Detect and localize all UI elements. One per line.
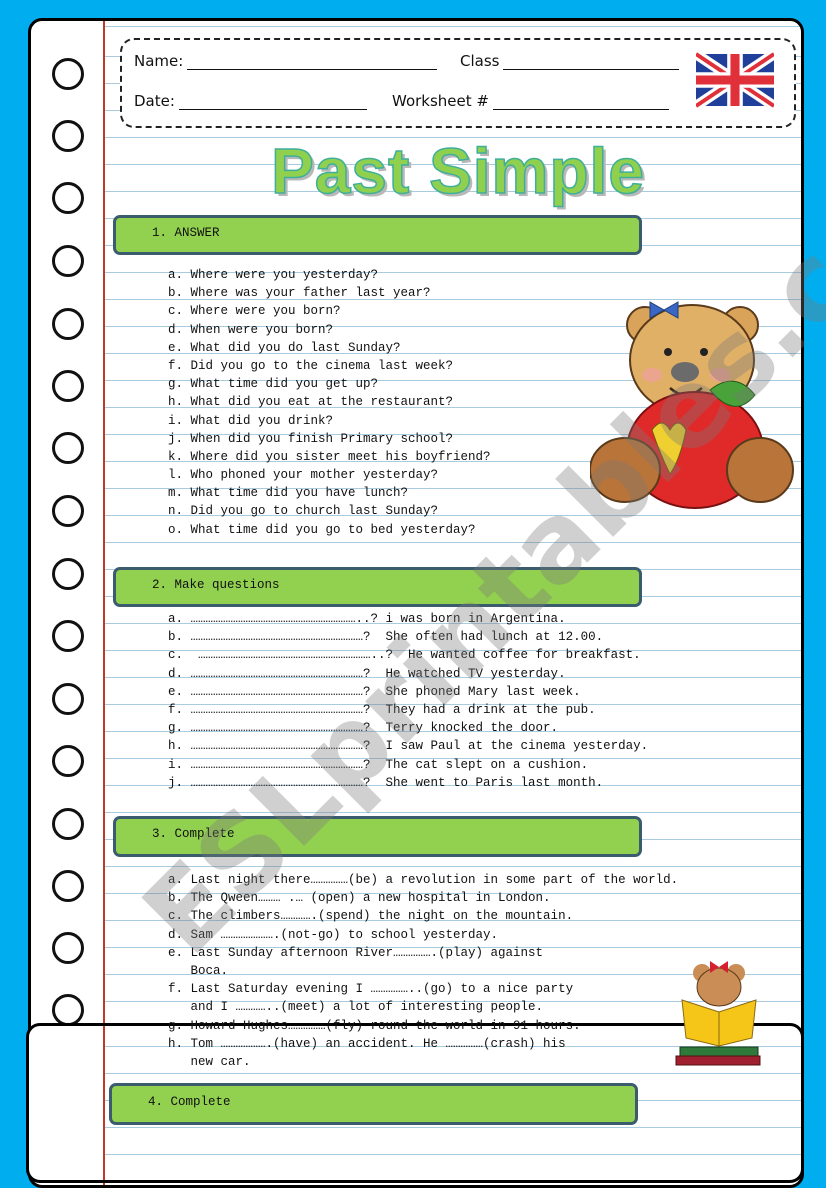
section-2-list: a. …………………………………………………………..? i was born … [168, 610, 648, 792]
exercise-item[interactable]: d. Sam ………………….(not-go) to school yester… [168, 926, 678, 944]
margin-line [103, 1026, 105, 1180]
date-label: Date: [134, 92, 175, 110]
exercise-item[interactable]: i. ……………………………………………………………? The cat slep… [168, 756, 648, 774]
section-3-list: a. Last night there……………(be) a revolutio… [168, 871, 678, 1071]
exercise-item[interactable]: c. The climbers………….(spend) the night on… [168, 907, 678, 925]
section-3-heading: 3. Complete [152, 827, 235, 841]
exercise-item: f. Did you go to the cinema last week? [168, 358, 454, 373]
exercise-item: m. What time did you have lunch? [168, 486, 409, 501]
section-2-header: 2. Make questions [113, 567, 642, 607]
binder-ring-hole [52, 495, 84, 527]
teddy-bear-apple-image [590, 301, 794, 509]
exercise-item[interactable]: a. …………………………………………………………..? i was born … [168, 610, 648, 628]
exercise-item[interactable]: e. Last Sunday afternoon River…………….(pla… [168, 944, 678, 962]
binder-ring-hole [52, 745, 84, 777]
exercise-item: j. When did you finish Primary school? [168, 431, 454, 446]
name-line[interactable] [187, 55, 438, 70]
exercise-item[interactable]: b. The Qween……… .… (open) a new hospital… [168, 889, 678, 907]
exercise-item[interactable]: new car. [168, 1053, 678, 1071]
exercise-item: i. What did you drink? [168, 413, 334, 428]
binder-ring-hole [52, 370, 84, 402]
worksheet-label: Worksheet # [392, 92, 489, 110]
worksheet-number-field[interactable]: Worksheet # [392, 92, 669, 110]
exercise-item[interactable]: e. ……………………………………………………………? She phoned M… [168, 683, 648, 701]
exercise-item[interactable]: a. Last night there……………(be) a revolutio… [168, 871, 678, 889]
section-3-header: 3. Complete [113, 816, 642, 857]
exercise-item: o. What time did you go to bed yesterday… [168, 522, 476, 537]
section-1-header: 1. ANSWER [113, 215, 642, 255]
exercise-item: l. Who phoned your mother yesterday? [168, 468, 439, 483]
exercise-item: g. What time did you get up? [168, 377, 379, 392]
uk-flag-icon [696, 52, 774, 108]
binder-ring-hole [52, 683, 84, 715]
binder-ring-hole [52, 932, 84, 964]
binder-ring-hole [52, 620, 84, 652]
exercise-item[interactable]: f. ……………………………………………………………? They had a d… [168, 701, 648, 719]
binder-ring-hole [52, 870, 84, 902]
exercise-item[interactable]: g. Howard Hughes……………(fly) round the wor… [168, 1017, 678, 1035]
exercise-item[interactable]: c. ……………………………………………………………..? He wanted … [168, 646, 648, 664]
exercise-item: e. What did you do last Sunday? [168, 340, 401, 355]
exercise-item[interactable]: g. ……………………………………………………………? Terry knocke… [168, 719, 648, 737]
class-line[interactable] [503, 55, 680, 70]
section-1-heading: 1. ANSWER [152, 226, 220, 240]
exercise-item: a. Where were you yesterday? [168, 268, 379, 282]
section-1-list: a. Where were you yesterday? b. Where was… [168, 266, 491, 539]
exercise-item[interactable]: Boca. [168, 962, 678, 980]
exercise-item: k. Where did you sister meet his boyfrie… [168, 449, 491, 464]
section-4-header: 4. Complete [109, 1083, 638, 1125]
exercise-item[interactable]: j. ……………………………………………………………? She went to … [168, 774, 648, 792]
name-field[interactable]: Name: [134, 52, 438, 70]
exercise-item: h. What did you eat at the restaurant? [168, 395, 454, 410]
exercise-item[interactable]: d. ……………………………………………………………? He watched T… [168, 665, 648, 683]
exercise-item: n. Did you go to church last Sunday? [168, 504, 439, 519]
exercise-item: c. Where were you born? [168, 304, 341, 319]
class-field[interactable]: Class [460, 52, 680, 70]
binder-ring-hole [52, 245, 84, 277]
binder-ring-hole [52, 808, 84, 840]
class-label: Class [460, 52, 500, 70]
binder-ring-hole [52, 432, 84, 464]
binder-ring-hole [52, 308, 84, 340]
exercise-item[interactable]: b. ……………………………………………………………? She often ha… [168, 628, 648, 646]
page-title: Past Simple [270, 134, 645, 208]
exercise-item[interactable]: h. Tom ……………….(have) an accident. He ………… [168, 1035, 678, 1053]
exercise-item: b. Where was your father last year? [168, 286, 431, 301]
section-4-heading: 4. Complete [148, 1095, 231, 1109]
teddy-bear-reading-image [675, 961, 761, 1066]
exercise-item[interactable]: and I …………..(meet) a lot of interesting … [168, 998, 678, 1016]
name-label: Name: [134, 52, 184, 70]
date-line[interactable] [178, 95, 367, 110]
binder-ring-hole [52, 558, 84, 590]
exercise-item: d. When were you born? [168, 322, 334, 337]
section-2-heading: 2. Make questions [152, 578, 280, 592]
exercise-item[interactable]: f. Last Saturday evening I ……………..(go) t… [168, 980, 678, 998]
date-field[interactable]: Date: [134, 92, 367, 110]
exercise-item[interactable]: h. ……………………………………………………………? I saw Paul a… [168, 737, 648, 755]
student-info-box: Name: Class Date: Worksheet # [120, 38, 796, 128]
binder-ring-hole [52, 58, 84, 90]
worksheet-line[interactable] [492, 95, 669, 110]
binder-ring-hole [52, 994, 84, 1026]
